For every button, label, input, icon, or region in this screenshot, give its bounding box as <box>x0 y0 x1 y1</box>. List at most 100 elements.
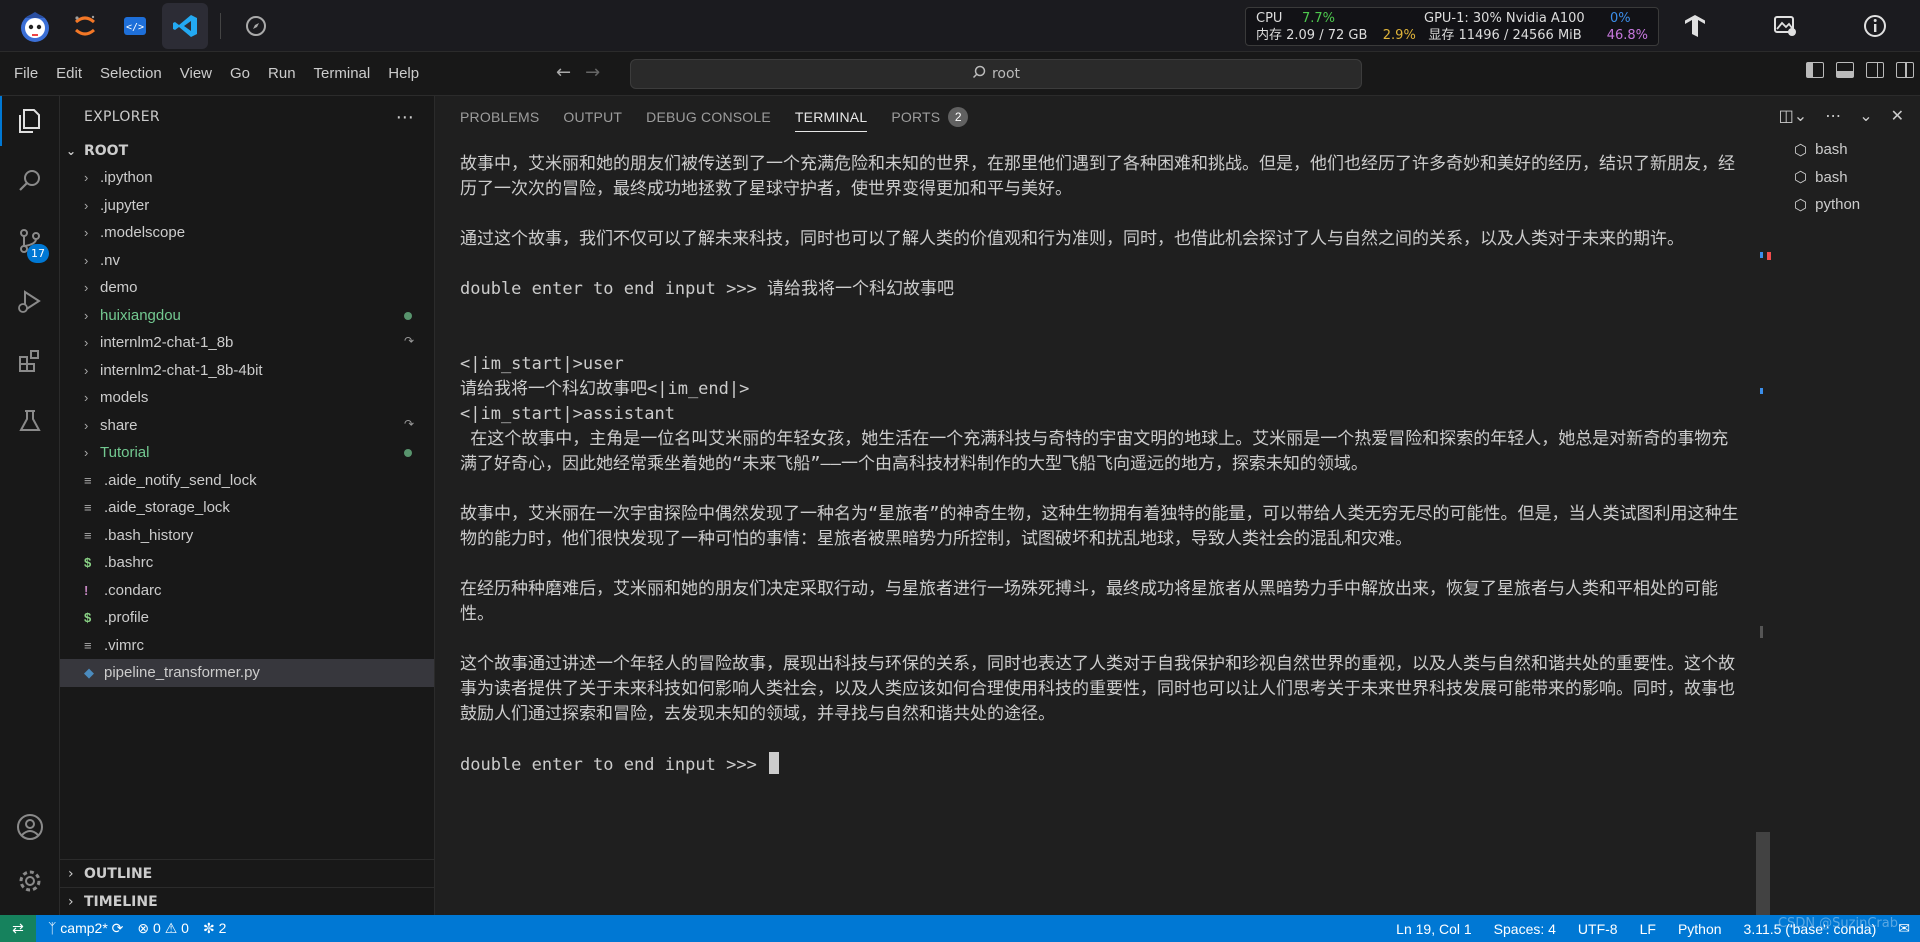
tree-folder-models[interactable]: › models <box>60 384 434 412</box>
tree-folder-tutorial[interactable]: › Tutorial <box>60 439 434 467</box>
toolbar-divider <box>220 12 221 39</box>
code-editor-icon[interactable]: </> <box>112 3 158 49</box>
chevron-right-icon: › <box>84 417 89 433</box>
tree-file-vimrc[interactable]: ≡ .vimrc <box>60 632 434 660</box>
tree-file-condarc[interactable]: ! .condarc <box>60 577 434 605</box>
tab-debug-console[interactable]: DEBUG CONSOLE <box>646 96 771 138</box>
terminal-scrollbar-thumb[interactable] <box>1756 832 1770 915</box>
tree-folder-modelscope[interactable]: › .modelscope <box>60 219 434 247</box>
tab-problems[interactable]: PROBLEMS <box>460 96 539 138</box>
menu-view[interactable]: View <box>171 65 221 82</box>
bottom-panel: PROBLEMS OUTPUT DEBUG CONSOLE TERMINAL P… <box>436 96 1920 915</box>
cursor-position[interactable]: Ln 19, Col 1 <box>1396 921 1472 937</box>
problems-status[interactable]: ⊗ 0 ⚠ 0 <box>137 920 189 937</box>
command-center-search[interactable]: root <box>630 59 1362 89</box>
tab-output[interactable]: OUTPUT <box>563 96 622 138</box>
menu-edit[interactable]: Edit <box>47 65 91 82</box>
indentation[interactable]: Spaces: 4 <box>1494 921 1556 937</box>
tree-folder-huixiangdou[interactable]: › huixiangdou <box>60 302 434 330</box>
mascot-logo-icon[interactable] <box>12 3 58 49</box>
chevron-right-icon: › <box>84 197 89 213</box>
menu-help[interactable]: Help <box>379 65 428 82</box>
tree-item-label: .jupyter <box>100 196 150 214</box>
terminal-tab-bash-2[interactable]: ⬡ bash <box>1776 164 1920 192</box>
run-debug-icon[interactable] <box>0 276 60 326</box>
terminal-line <box>460 252 1740 277</box>
toggle-primary-sidebar-icon[interactable] <box>1806 62 1824 78</box>
menu-selection[interactable]: Selection <box>91 65 171 82</box>
timeline-section[interactable]: › TIMELINE <box>60 887 435 915</box>
tree-file-bashrc[interactable]: $ .bashrc <box>60 549 434 577</box>
outline-section[interactable]: › OUTLINE <box>60 859 435 887</box>
tree-item-label: .profile <box>104 609 150 627</box>
menu-terminal[interactable]: Terminal <box>305 65 380 82</box>
tree-file-aide-storage-lock[interactable]: ≡ .aide_storage_lock <box>60 494 434 522</box>
accounts-icon[interactable] <box>0 802 60 852</box>
language-mode[interactable]: Python <box>1678 921 1722 937</box>
chevron-down-icon[interactable]: ⌄ <box>1859 106 1872 125</box>
manage-gear-icon[interactable] <box>0 856 60 906</box>
tree-folder-jupyter[interactable]: › .jupyter <box>60 192 434 220</box>
tree-file-bash-history[interactable]: ≡ .bash_history <box>60 522 434 550</box>
tree-folder-nv[interactable]: › .nv <box>60 247 434 275</box>
vscode-icon[interactable] <box>162 2 208 49</box>
tree-item-label: .aide_storage_lock <box>104 499 230 517</box>
ports-status[interactable]: ✼ 2 <box>203 920 226 937</box>
explorer-icon[interactable] <box>0 96 60 146</box>
terminal-prompt-line[interactable]: double enter to end input >>> <box>460 752 1740 778</box>
notifications-bell-icon[interactable]: ✉ <box>1898 920 1910 937</box>
tree-root[interactable]: ⌄ ROOT <box>60 138 434 164</box>
source-control-icon[interactable]: 17 <box>0 216 60 266</box>
encoding[interactable]: UTF-8 <box>1578 921 1618 937</box>
menu-file[interactable]: File <box>0 65 47 82</box>
terminal-cursor <box>769 752 780 774</box>
tree-folder-internlm2-chat-1-8b-4bit[interactable]: › internlm2-chat-1_8b-4bit <box>60 357 434 385</box>
menu-run[interactable]: Run <box>259 65 305 82</box>
terminal-line <box>460 552 1740 577</box>
image-settings-icon[interactable] <box>1740 0 1830 52</box>
compass-icon[interactable] <box>233 3 279 49</box>
chevron-right-icon: › <box>84 335 89 351</box>
tree-folder-internlm2-chat-1-8b[interactable]: › internlm2-chat-1_8b ↷ <box>60 329 434 357</box>
jupyter-icon[interactable] <box>62 3 108 49</box>
tree-file-pipeline-transformer[interactable]: ◆ pipeline_transformer.py <box>60 659 434 687</box>
forward-arrow-icon[interactable]: → <box>585 62 600 83</box>
menu-bar: File Edit Selection View Go Run Terminal… <box>0 52 1920 96</box>
tab-ports[interactable]: PORTS 2 <box>891 96 969 138</box>
chevron-right-icon: › <box>84 252 89 268</box>
info-icon[interactable] <box>1830 0 1920 52</box>
customize-layout-icon[interactable] <box>1896 62 1914 78</box>
toggle-secondary-sidebar-icon[interactable] <box>1866 62 1884 78</box>
tensorflow-icon[interactable] <box>1650 0 1740 52</box>
tab-terminal[interactable]: TERMINAL <box>794 96 868 138</box>
shell-file-icon: $ <box>84 610 92 626</box>
cpu-value: 7.7% <box>1302 11 1336 26</box>
menu-go[interactable]: Go <box>221 65 259 82</box>
more-actions-icon[interactable]: ⋯ <box>396 107 414 128</box>
tree-file-aide-notify-send-lock[interactable]: ≡ .aide_notify_send_lock <box>60 467 434 495</box>
testing-flask-icon[interactable] <box>0 396 60 446</box>
tree-folder-share[interactable]: › share ↷ <box>60 412 434 440</box>
tree-folder-demo[interactable]: › demo <box>60 274 434 302</box>
terminal-tab-python[interactable]: ⬡ python <box>1776 191 1920 219</box>
terminal-tabs-list: ⬡ bash ⬡ bash ⬡ python <box>1776 136 1920 219</box>
terminal-icon: ⬡ <box>1794 196 1808 214</box>
back-arrow-icon[interactable]: ← <box>556 62 571 83</box>
end-of-line[interactable]: LF <box>1640 921 1656 937</box>
tree-folder-ipython[interactable]: › .ipython <box>60 164 434 192</box>
branch-label: camp2* <box>60 920 108 936</box>
search-sidebar-icon[interactable] <box>0 156 60 206</box>
more-actions-icon[interactable]: ⋯ <box>1825 106 1841 125</box>
terminal-tab-bash-1[interactable]: ⬡ bash <box>1776 136 1920 164</box>
top-right-actions <box>1650 0 1920 52</box>
mem-label: 内存 2.09 / 72 GB <box>1256 28 1368 43</box>
split-terminal-icon[interactable]: ◫⌄ <box>1779 106 1808 125</box>
close-icon[interactable]: ✕ <box>1891 106 1904 125</box>
toggle-panel-icon[interactable] <box>1836 62 1854 78</box>
branch-status[interactable]: ᛉ camp2* ⟳ <box>48 920 123 937</box>
terminal-output[interactable]: 故事中，艾米丽和她的朋友们被传送到了一个充满危险和未知的世界，在那里他们遇到了各… <box>460 152 1740 912</box>
remote-indicator-icon[interactable]: ⇄ <box>0 915 36 942</box>
terminal-line <box>460 202 1740 227</box>
extensions-icon[interactable] <box>0 336 60 386</box>
tree-file-profile[interactable]: $ .profile <box>60 604 434 632</box>
